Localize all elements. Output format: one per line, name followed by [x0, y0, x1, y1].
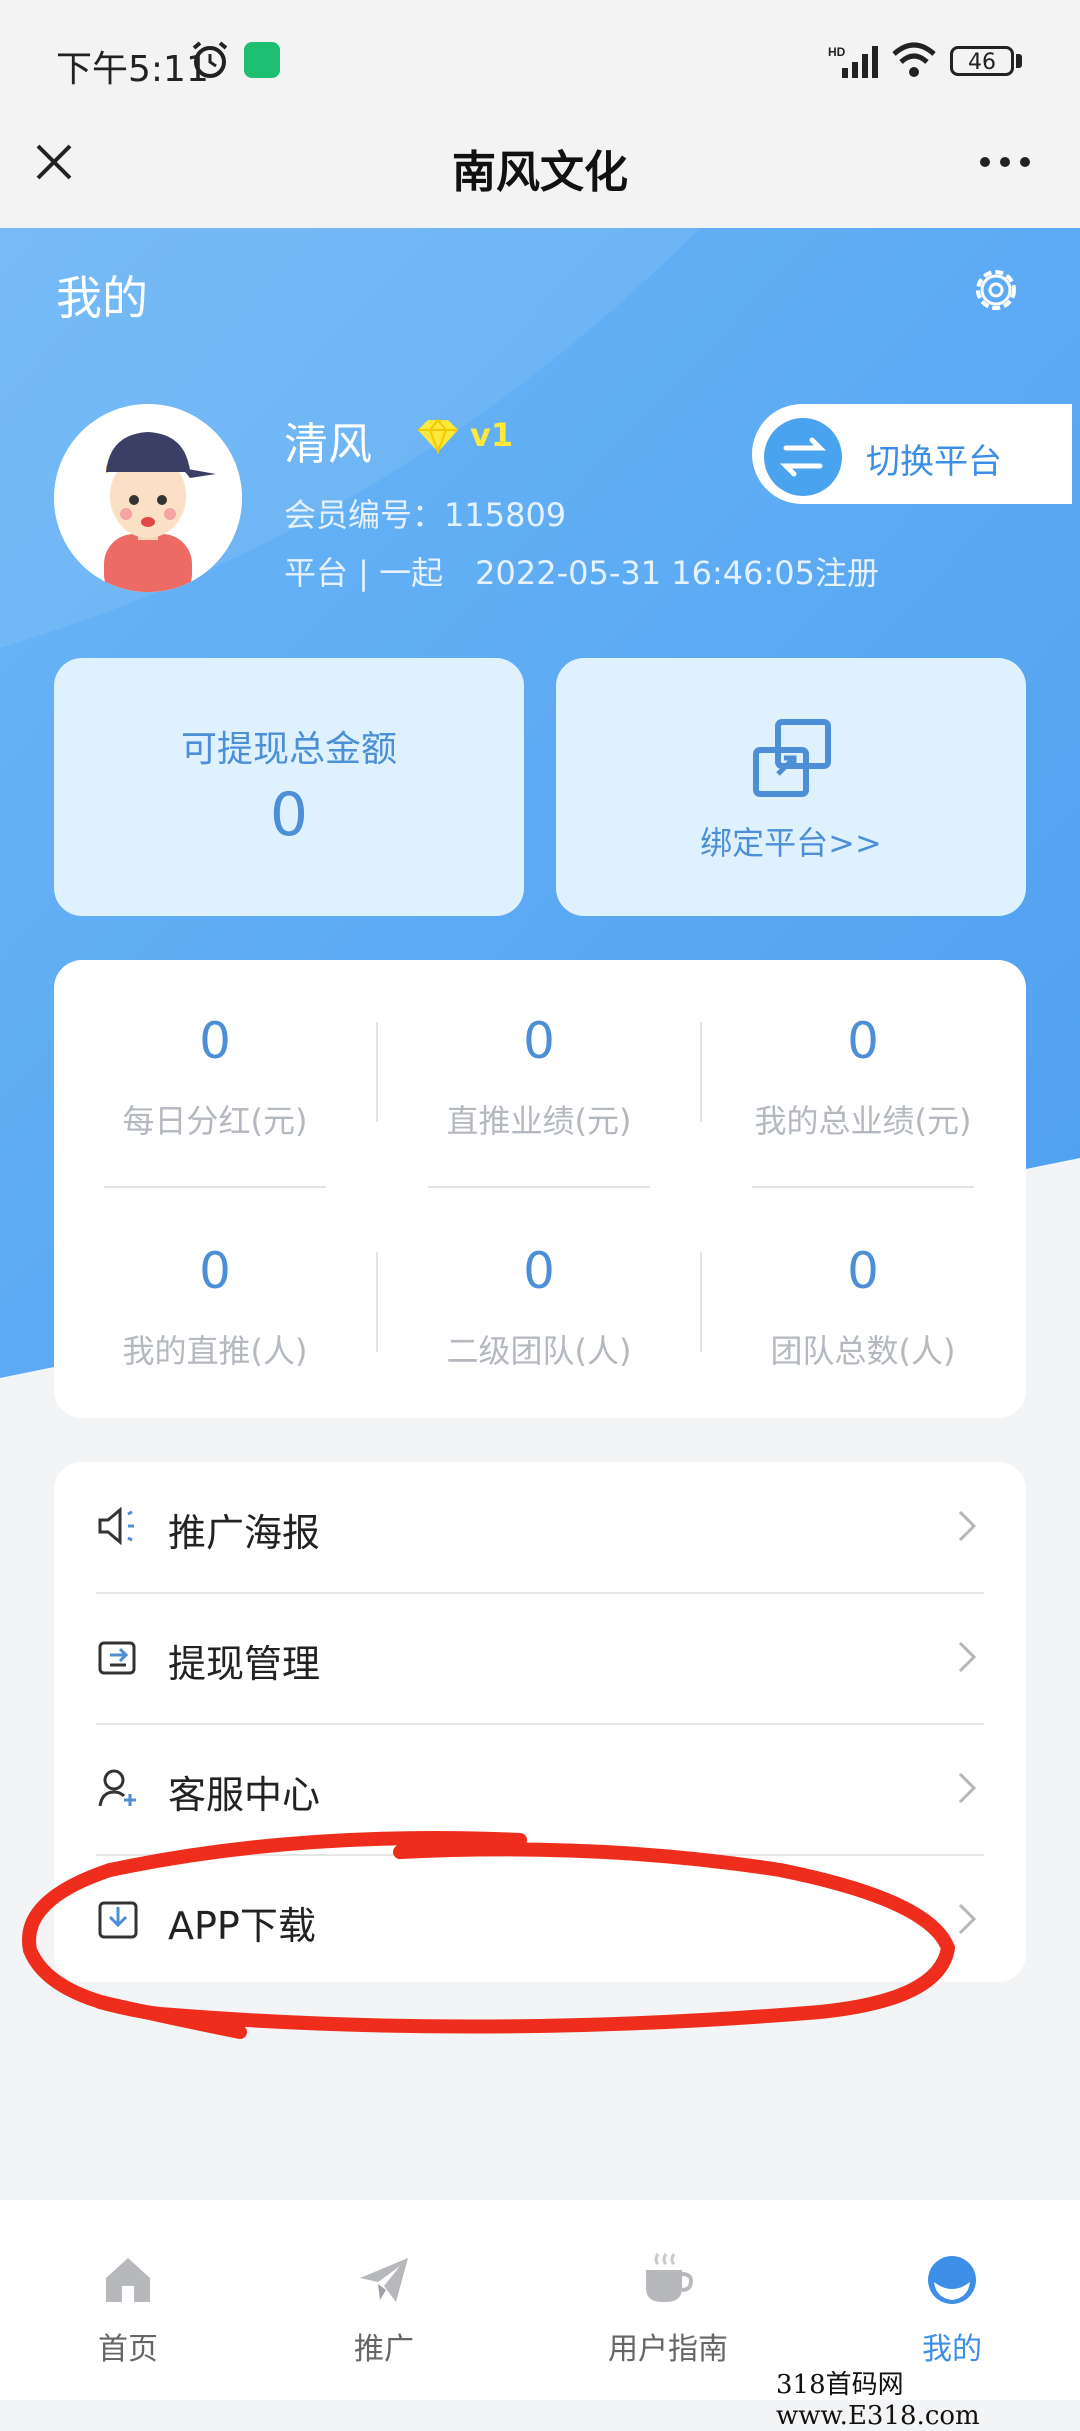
megaphone-icon [98, 1506, 134, 1546]
stat-divider [700, 1252, 702, 1352]
stat-value: 0 [847, 1242, 879, 1300]
gear-icon[interactable] [966, 260, 1026, 320]
withdraw-value: 0 [269, 780, 309, 850]
stat-divider [752, 1186, 974, 1188]
coffee-cup-icon [646, 2253, 693, 2302]
wifi-icon [892, 42, 936, 77]
stat-divider [700, 1022, 702, 1122]
paper-plane-icon [360, 2258, 408, 2302]
profile-icon [928, 2256, 976, 2304]
stat-divider [376, 1252, 378, 1352]
tab-label: 首页 [98, 2332, 158, 2367]
stat-value: 0 [199, 1012, 231, 1070]
tab-user-guide[interactable]: 用户指南 [568, 2240, 768, 2380]
stat-value: 0 [523, 1012, 555, 1070]
stat-label: 每日分红(元) [122, 1102, 308, 1140]
menu-item-promo-poster[interactable]: 推广海报 [96, 1462, 986, 1592]
section-title: 我的 [56, 271, 148, 325]
wallet-icon [98, 1641, 136, 1675]
avatar[interactable] [54, 404, 242, 592]
stat-label: 我的总业绩(元) [754, 1102, 972, 1140]
tab-promote[interactable]: 推广 [284, 2240, 484, 2380]
stat-value: 0 [523, 1242, 555, 1300]
watermark: 318首码网 www.E318.com [776, 2370, 980, 2431]
stat-label: 团队总数(人) [770, 1332, 956, 1370]
tab-home[interactable]: 首页 [28, 2240, 228, 2380]
stat-label: 二级团队(人) [446, 1332, 632, 1370]
chevron-right-icon [958, 1510, 977, 1542]
tab-label: 我的 [922, 2332, 982, 2367]
app-notification-icon [244, 42, 280, 78]
tab-mine[interactable]: 我的 [852, 2240, 1052, 2380]
home-icon [106, 2258, 150, 2302]
diamond-icon [418, 418, 458, 454]
status-time: 下午5:11 [56, 49, 209, 90]
switch-platform-label: 切换平台 [866, 442, 1002, 482]
stat-value: 0 [847, 1012, 879, 1070]
stat-divider [428, 1186, 650, 1188]
stat-label: 直推业绩(元) [446, 1102, 632, 1140]
tab-label: 推广 [354, 2332, 414, 2367]
link-squares-icon [753, 719, 831, 797]
stat-label: 我的直推(人) [122, 1332, 308, 1370]
battery-cap [1016, 54, 1022, 68]
menu-label: 推广海报 [168, 1511, 321, 1555]
menu-label: 提现管理 [168, 1642, 321, 1686]
stat-divider [104, 1186, 326, 1188]
page-title: 南风文化 [452, 147, 628, 198]
signal-icon: HD [828, 45, 878, 78]
switch-icon [764, 418, 842, 496]
tab-label: 用户指南 [608, 2332, 728, 2367]
chevron-right-icon [958, 1641, 977, 1673]
menu-item-withdraw-management[interactable]: 提现管理 [96, 1593, 986, 1723]
level-badge: v1 [470, 416, 514, 454]
username: 清风 [284, 419, 372, 470]
red-annotation-circle [22, 1831, 956, 2039]
withdraw-label: 可提现总金额 [180, 729, 397, 770]
platform-registration: 平台 | 一起 2022-05-31 16:46:05注册 [284, 554, 879, 592]
bind-platform-label: 绑定平台>> [700, 824, 882, 862]
avatar-illustration-icon [54, 404, 242, 592]
svg-text:HD: HD [828, 45, 846, 59]
stat-value: 0 [199, 1242, 231, 1300]
battery-indicator: 46 [950, 46, 1014, 76]
alarm-icon [192, 41, 228, 78]
more-icon[interactable] [975, 138, 1035, 186]
stat-divider [376, 1022, 378, 1122]
member-id: 会员编号：115809 [284, 496, 567, 534]
